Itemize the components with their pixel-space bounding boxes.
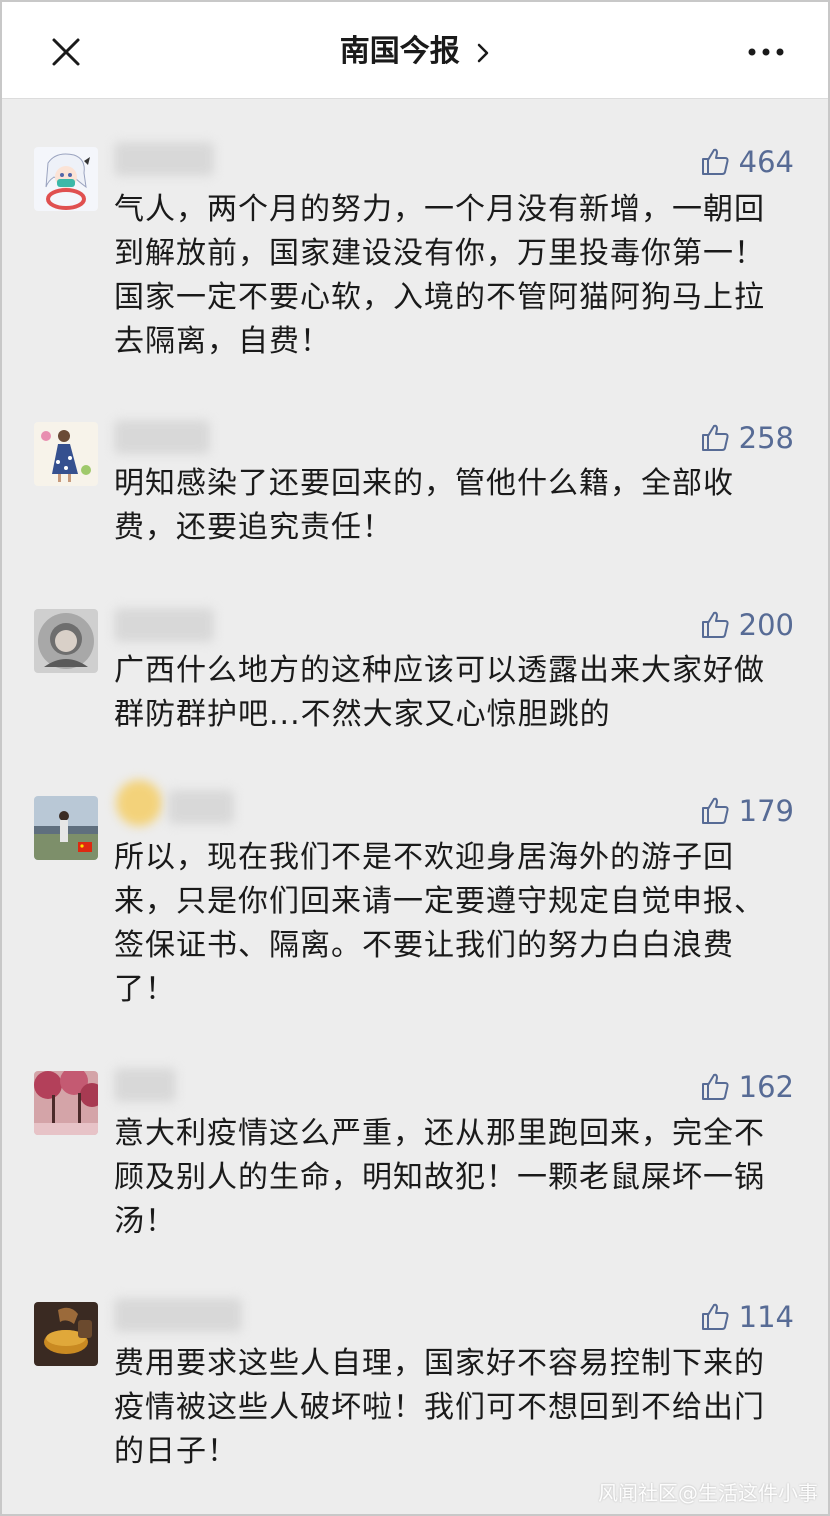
page-title[interactable]: 南国今报 (2, 32, 828, 72)
comment-text: 明知感染了还要回来的，管他什么籍，全部收费，还要追究责任！ (114, 466, 734, 545)
like-count: 258 (738, 421, 794, 455)
like-button[interactable]: 162 (699, 1067, 794, 1107)
thumbs-up-icon (701, 148, 729, 175)
avatar[interactable] (34, 609, 98, 673)
avatar[interactable] (34, 147, 98, 211)
like-count: 464 (738, 145, 794, 179)
like-button[interactable]: 179 (699, 791, 794, 831)
like-count: 162 (738, 1070, 794, 1104)
thumbs-up-icon (701, 611, 729, 638)
thumbs-up-icon (701, 424, 729, 451)
like-button[interactable]: 200 (699, 605, 794, 645)
avatar[interactable] (34, 422, 98, 486)
more-horizontal-icon (748, 48, 784, 56)
username-blurred[interactable] (168, 790, 234, 824)
like-button[interactable]: 258 (699, 418, 794, 458)
comment-text: 所以，现在我们不是不欢迎身居海外的游子回来，只是你们回来请一定要遵守规定自觉申报… (114, 840, 765, 1007)
like-count: 200 (738, 608, 794, 642)
like-count: 114 (738, 1300, 794, 1334)
comment-text: 广西什么地方的这种应该可以透露出来大家好做群防群护吧...不然大家又心惊胆跳的 (114, 653, 765, 732)
watermark: 风闻社区@生活这件小事 (598, 1481, 818, 1505)
app-window: 南国今报 464 气人，两个月的努力，一个月没有新增，一朝回到解放前，国家建设没… (0, 0, 830, 1516)
comment-text: 费用要求这些人自理，国家好不容易控制下来的疫情被这些人破坏啦！我们可不想回到不给… (114, 1346, 765, 1469)
username-blurred[interactable] (114, 142, 214, 176)
thumbs-up-icon (701, 1303, 729, 1330)
avatar[interactable] (34, 1302, 98, 1366)
top-nav-bar: 南国今报 (2, 2, 828, 99)
thumbs-up-icon (701, 797, 729, 824)
comment-text: 气人，两个月的努力，一个月没有新增，一朝回到解放前，国家建设没有你，万里投毒你第… (114, 192, 765, 359)
username-blurred[interactable] (114, 608, 214, 642)
avatar-badge-blurred (116, 780, 162, 826)
thumbs-up-icon (701, 1073, 729, 1100)
username-blurred[interactable] (114, 1068, 176, 1102)
comment-text: 意大利疫情这么严重，还从那里跑回来，完全不顾及别人的生命，明知故犯！一颗老鼠屎坏… (114, 1116, 765, 1239)
chevron-right-icon (477, 43, 489, 62)
username-blurred[interactable] (114, 420, 210, 454)
username-blurred[interactable] (114, 1298, 242, 1332)
like-button[interactable]: 464 (699, 142, 794, 182)
like-button[interactable]: 114 (699, 1297, 794, 1337)
more-button[interactable] (744, 40, 788, 64)
like-count: 179 (738, 794, 794, 828)
account-name[interactable]: 南国今报 (340, 34, 460, 69)
avatar[interactable] (34, 1071, 98, 1135)
avatar[interactable] (34, 796, 98, 860)
